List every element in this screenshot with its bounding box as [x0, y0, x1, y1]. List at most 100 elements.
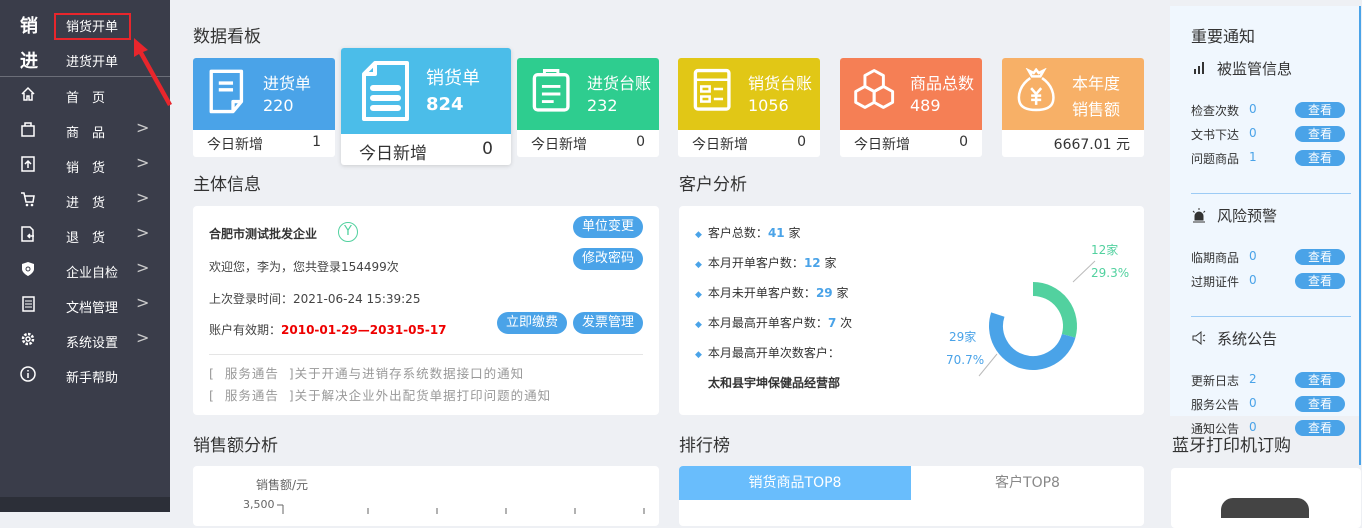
sidebar-item-label: 新手帮助 — [66, 371, 119, 386]
notify-row: 过期证件 0 查看 — [1191, 273, 1351, 291]
view-button[interactable]: 查看 — [1295, 102, 1345, 118]
shield-icon — [22, 262, 34, 276]
row-label: 问题商品 — [1191, 152, 1240, 166]
card-product-total[interactable]: 商品总数 489 今日新增 0 — [840, 58, 982, 157]
notice-link[interactable]: [ 服务通告 ]关于开通与进销存系统数据接口的通知 — [209, 363, 524, 382]
chevron-right-icon: > — [136, 258, 150, 277]
row-label: 更新日志 — [1191, 374, 1240, 388]
sidebar-item-label: 商 品 — [66, 126, 106, 141]
customers-panel: ◆ 客户总数：41 家 ◆ 本月开单客户数：12 家 ◆ 本月未开单客户数：29 家 ◆ 本月… — [679, 206, 1144, 415]
sidebar-item[interactable]: 退 货 > — [0, 218, 170, 253]
card-title: 商品总数 — [910, 74, 975, 93]
card-sales-orders[interactable]: 销货单 824 今日新增 0 — [341, 48, 511, 165]
sidebar-item-label: 企业自检 — [66, 266, 119, 281]
row-label: 文书下达 — [1191, 128, 1240, 142]
scroll-edge[interactable] — [1359, 6, 1361, 465]
home-icon — [21, 86, 35, 101]
divider — [1191, 193, 1351, 194]
sidebar-item[interactable]: 企业自检 > — [0, 253, 170, 288]
donut-slice-unbilled[interactable] — [989, 312, 1076, 370]
sidebar-item-label: 首 页 — [66, 91, 106, 106]
diamond-icon: ◆ — [695, 260, 702, 270]
entity-panel: 合肥市测试批发企业 Y 欢迎您，李为，您共登录154499次 上次登录时间：20… — [193, 206, 659, 415]
stat-unit: 次 — [836, 316, 853, 330]
card-footer: 今日新增 1 — [193, 130, 335, 157]
customer-stat: ◆ 本月最高开单次数客户： — [695, 344, 840, 361]
card-footer: 今日新增 0 — [840, 130, 982, 157]
red-arrow-icon — [134, 38, 172, 106]
view-button[interactable]: 查看 — [1295, 420, 1345, 436]
validity-label: 账户有效期： — [209, 323, 282, 337]
diamond-icon: ◆ — [695, 350, 702, 360]
clipboard-icon — [532, 69, 570, 112]
stat-value: 29 — [815, 286, 833, 300]
card-header: 销货单 824 — [341, 48, 511, 134]
slice-percent: 70.7% — [946, 353, 984, 367]
card-sales-ledger[interactable]: 销货台账 1056 今日新增 0 — [678, 58, 820, 157]
donut-slice-billed[interactable] — [1032, 282, 1077, 338]
sidebar-item[interactable]: 进 货 > — [0, 183, 170, 218]
return-doc-icon — [21, 226, 34, 242]
stat-unit: 家 — [832, 286, 849, 300]
chevron-right-icon: > — [136, 223, 150, 242]
card-foot-value: 6667.01 元 — [1053, 137, 1130, 153]
notify-row: 问题商品 1 查看 — [1191, 150, 1351, 168]
tab-sales-products[interactable]: 销货商品TOP8 — [679, 466, 911, 500]
card-foot-value: 1 — [312, 134, 321, 150]
card-foot-value: 0 — [636, 134, 645, 150]
sales-ylabel: 销售额/元 — [256, 478, 309, 492]
sidebar-item[interactable]: 系统设置 > — [0, 323, 170, 358]
notify-row: 服务公告 0 查看 — [1191, 396, 1351, 414]
tab-customers[interactable]: 客户TOP8 — [911, 466, 1144, 500]
card-purchase-orders[interactable]: 进货单 220 今日新增 1 — [193, 58, 335, 157]
sidebar-item-label: 销 货 — [66, 161, 106, 176]
change-password-button[interactable]: 修改密码 — [573, 248, 643, 270]
document-icon — [22, 296, 35, 312]
invoice-button[interactable]: 发票管理 — [573, 312, 643, 334]
row-count: 0 — [1249, 273, 1257, 287]
card-footer: 今日新增 0 — [341, 134, 511, 165]
card-value: 824 — [426, 94, 464, 115]
printer-panel[interactable] — [1171, 468, 1361, 528]
card-purchase-ledger[interactable]: 进货台账 232 今日新增 0 — [517, 58, 659, 157]
stat-label: 客户总数： — [707, 226, 768, 240]
card-annual-sales[interactable]: 本年度 销售额 6667.01 元 — [1002, 58, 1144, 157]
stat-label: 本月最高开单次数客户： — [707, 346, 840, 360]
stat-label: 本月开单客户数： — [707, 256, 804, 270]
notify-section-title: 系统公告 — [1191, 328, 1277, 349]
last-login: 上次登录时间：2021-06-24 15:39:25 — [209, 292, 421, 306]
view-button[interactable]: 查看 — [1295, 150, 1345, 166]
pay-now-button[interactable]: 立即缴费 — [497, 312, 567, 334]
sidebar-item[interactable]: 销 货 > — [0, 148, 170, 183]
sidebar-item-label: 系统设置 — [66, 336, 119, 351]
diamond-icon: ◆ — [695, 320, 702, 330]
notify-row: 检查次数 0 查看 — [1191, 102, 1351, 120]
view-button[interactable]: 查看 — [1295, 396, 1345, 412]
card-header: 本年度 销售额 — [1002, 58, 1144, 130]
top-customer: 太和县宇坤保健品经营部 — [708, 376, 841, 390]
section-title-text: 风险预警 — [1217, 207, 1278, 225]
ranking-title: 排行榜 — [679, 436, 730, 456]
view-button[interactable]: 查看 — [1295, 273, 1345, 289]
view-button[interactable]: 查看 — [1295, 372, 1345, 388]
change-unit-button[interactable]: 单位变更 — [573, 216, 643, 238]
chevron-right-icon: > — [136, 188, 150, 207]
money-bag-icon — [1017, 68, 1055, 112]
card-header: 商品总数 489 — [840, 58, 982, 130]
view-button[interactable]: 查看 — [1295, 126, 1345, 142]
row-count: 0 — [1249, 126, 1257, 140]
sales-grid — [277, 504, 645, 514]
customer-stat: ◆ 本月未开单客户数：29 家 — [695, 284, 848, 301]
bag-icon — [21, 122, 35, 137]
slice-percent: 29.3% — [1091, 266, 1129, 280]
chevron-right-icon: > — [136, 328, 150, 347]
sidebar-item[interactable]: 文档管理 > — [0, 288, 170, 323]
card-value: 1056 — [748, 96, 789, 115]
section-title-text: 被监管信息 — [1217, 60, 1293, 78]
view-button[interactable]: 查看 — [1295, 249, 1345, 265]
sidebar-item[interactable]: 新手帮助 — [0, 358, 170, 393]
notice-link[interactable]: [ 服务通告 ]关于解决企业外出配货单据打印问题的通知 — [209, 385, 551, 404]
card-foot-value: 0 — [797, 134, 806, 150]
sidebar-item[interactable]: 商 品 > — [0, 113, 170, 148]
customer-stat: ◆ 本月最高开单客户数：7 次 — [695, 314, 852, 331]
